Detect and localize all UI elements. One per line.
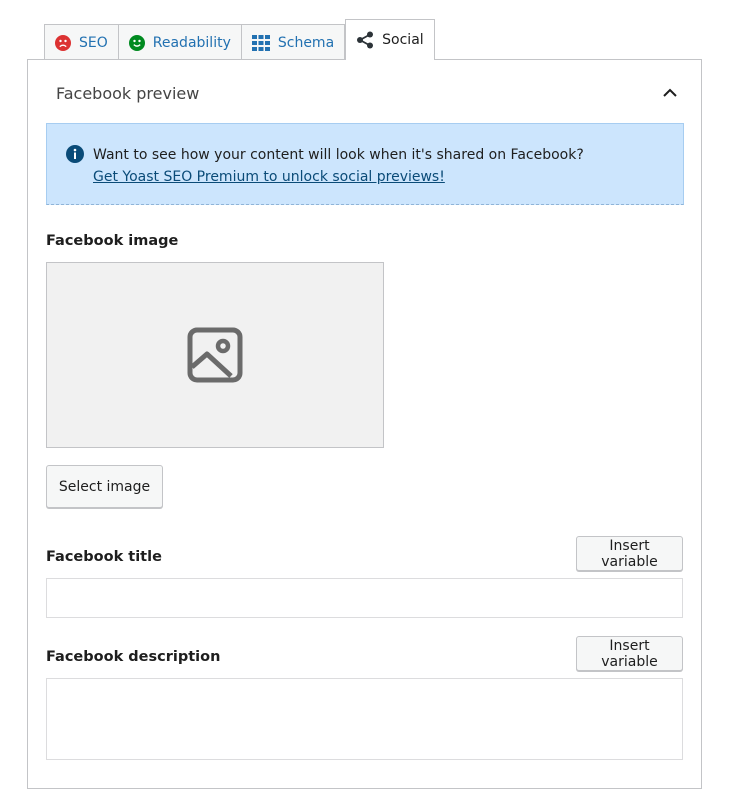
facebook-preview-header[interactable]: Facebook preview [28,60,701,126]
facebook-image-placeholder[interactable] [46,262,384,448]
info-icon [66,145,84,163]
tab-social[interactable]: Social [345,19,435,60]
tab-seo[interactable]: SEO [44,24,119,60]
tab-schema[interactable]: Schema [240,24,346,60]
tab-schema-label: Schema [277,34,335,51]
facebook-title-label: Facebook title [46,549,162,565]
grid-icon [251,34,270,51]
metabox-tabs: SEO Readability Schema Social [44,19,435,60]
share-icon [356,31,374,49]
sad-face-icon [55,34,71,51]
insert-variable-title-button[interactable]: Insert variable [576,536,683,571]
facebook-title-input[interactable] [46,578,683,618]
tab-social-label: Social [382,32,424,48]
premium-upsell-link[interactable]: Get Yoast SEO Premium to unlock social p… [93,169,445,185]
tab-readability-label: Readability [152,34,231,51]
premium-notice-text: Want to see how your content will look w… [93,147,584,163]
facebook-description-input[interactable] [46,678,683,760]
facebook-image-label: Facebook image [46,233,179,249]
image-placeholder-icon [187,327,243,383]
panel-title: Facebook preview [56,83,200,103]
select-image-button[interactable]: Select image [46,465,163,508]
tab-readability[interactable]: Readability [117,24,242,60]
social-panel: Facebook preview Want to see how your co… [27,59,702,789]
facebook-description-label: Facebook description [46,649,221,665]
tab-seo-label: SEO [79,34,108,51]
premium-notice: Want to see how your content will look w… [46,123,684,205]
smiley-face-icon [128,34,145,51]
insert-variable-description-button[interactable]: Insert variable [576,636,683,671]
chevron-up-icon[interactable] [661,84,679,102]
